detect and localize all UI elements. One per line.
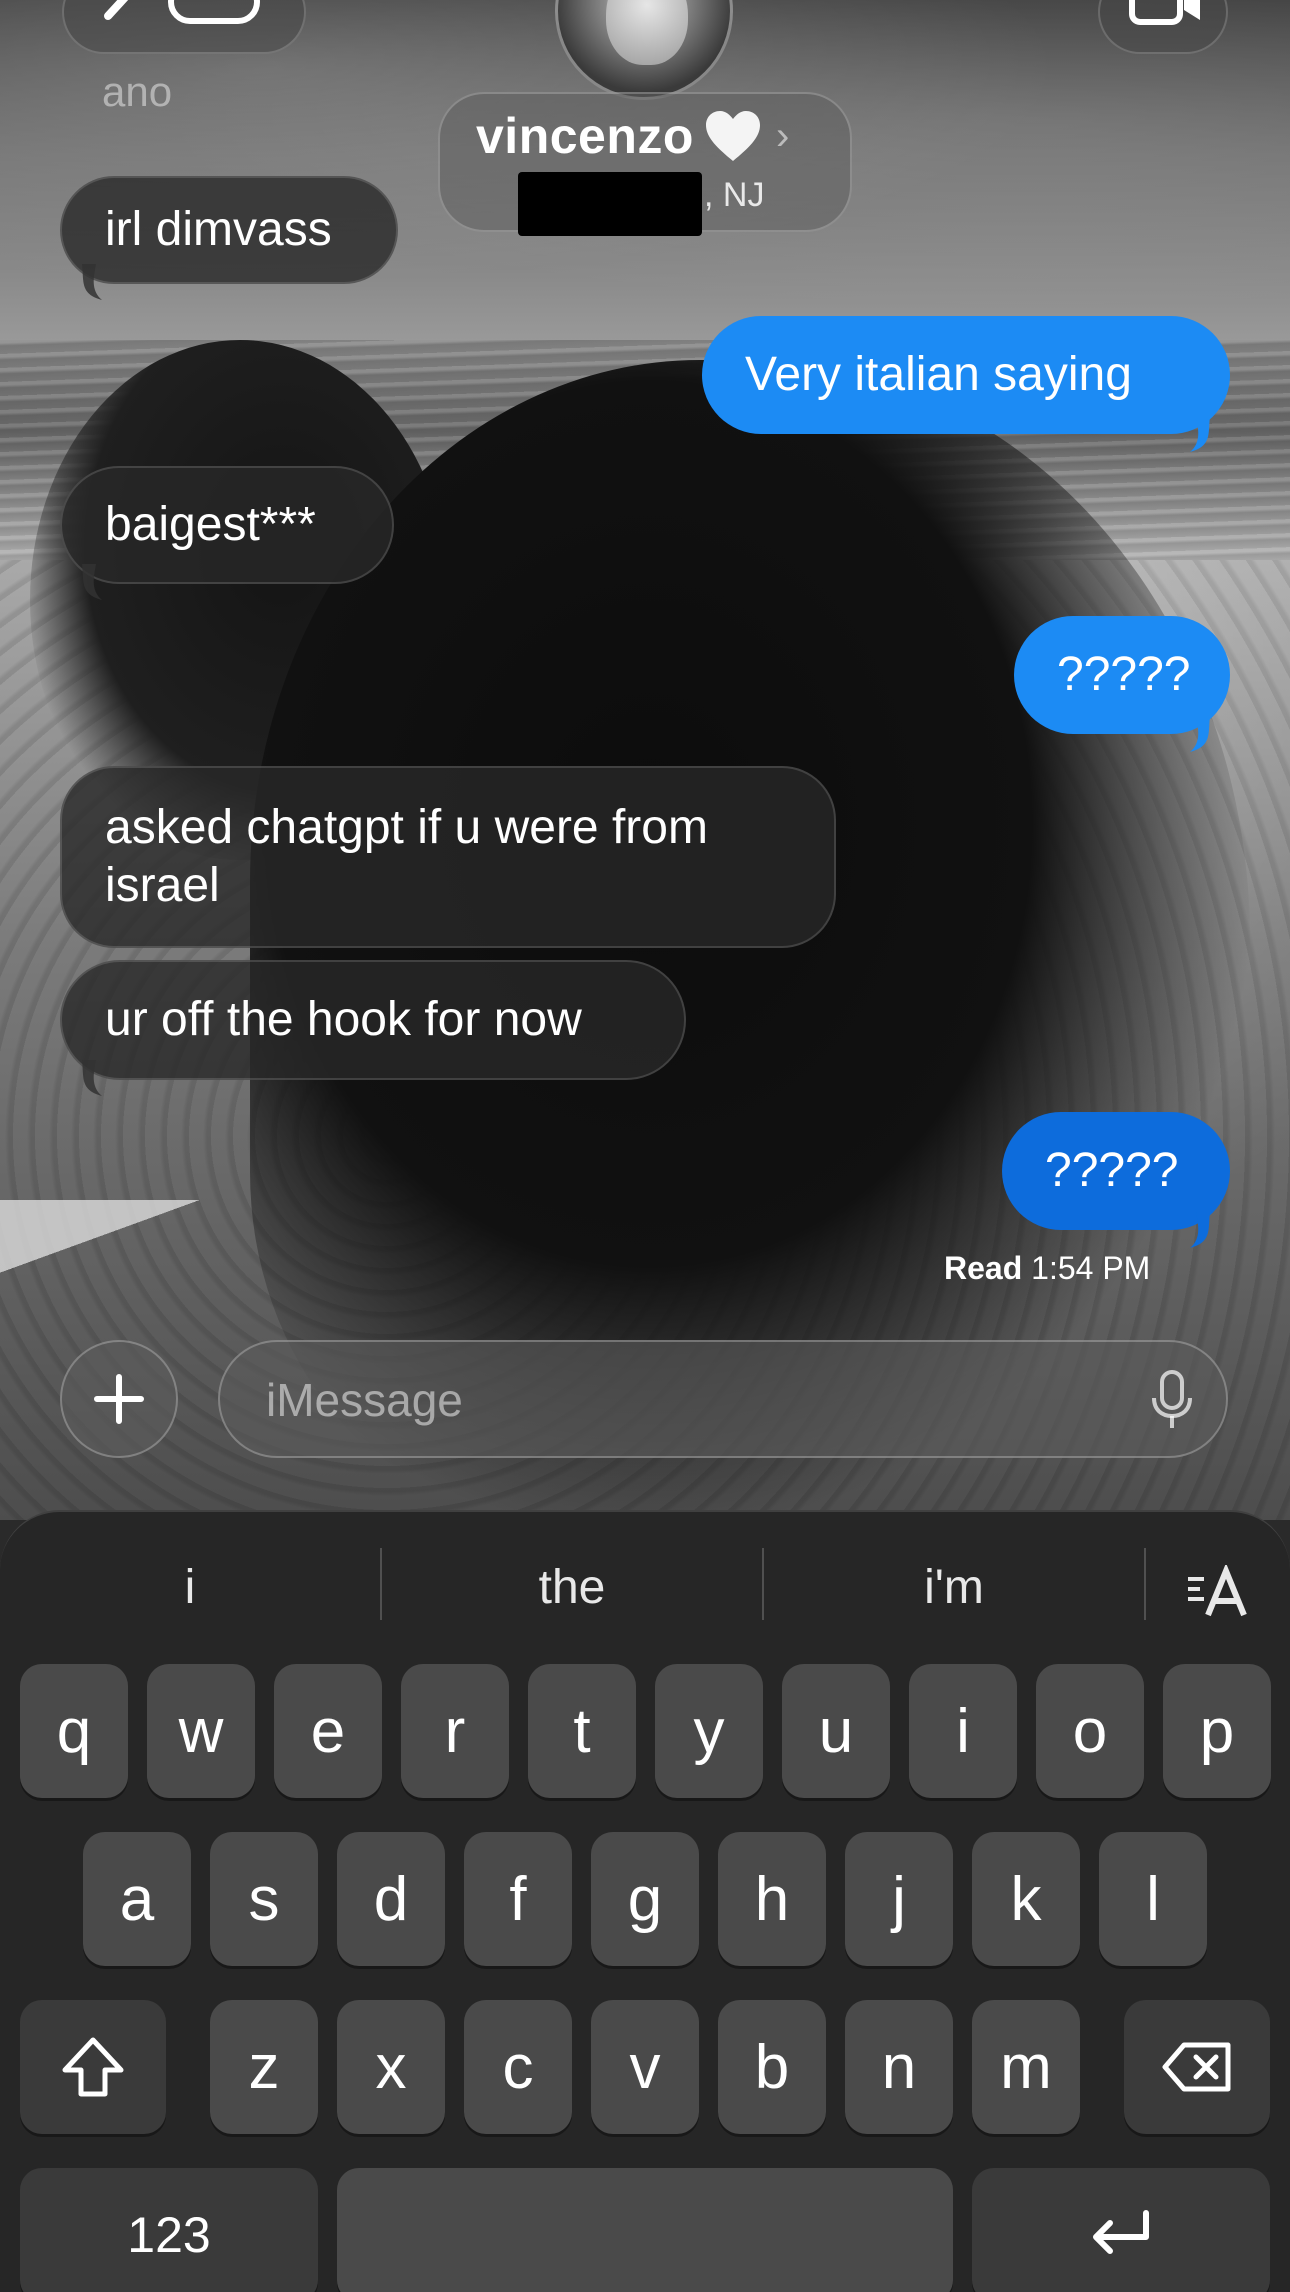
bubble-tail [82,564,102,600]
key-y[interactable]: y [655,1664,763,1798]
key-n[interactable]: n [845,2000,953,2134]
microphone-icon[interactable] [1150,1370,1194,1432]
contact-name-row: vincenzo › [476,108,789,164]
delete-key[interactable] [1124,2000,1270,2134]
suggestion-2[interactable]: the [382,1560,762,1620]
key-z[interactable]: z [210,2000,318,2134]
bubble-tail [82,264,102,300]
facetime-button[interactable] [1098,0,1228,54]
message-bubble-outgoing[interactable]: ????? [1014,616,1230,752]
return-key[interactable] [972,2168,1270,2292]
text-format-icon[interactable] [1186,1565,1250,1621]
key-j[interactable]: j [845,1832,953,1966]
message-text: ????? [1045,1144,1179,1197]
imessage-input[interactable] [266,1372,1086,1428]
message-text: irl dimvass [105,203,332,256]
bubble-tail [1190,416,1210,452]
key-s[interactable]: s [210,1832,318,1966]
key-a[interactable]: a [83,1832,191,1966]
avatar-face [606,0,688,65]
key-h[interactable]: h [718,1832,826,1966]
contact-name: vincenzo [476,108,694,164]
message-bubble-incoming[interactable]: ur off the hook for now [60,960,686,1096]
key-t[interactable]: t [528,1664,636,1798]
suggestion-3[interactable]: i'm [764,1560,1144,1620]
numbers-key[interactable]: 123 [20,2168,318,2292]
bubble-tail [1190,1212,1210,1248]
message-text: baigest*** [105,498,316,551]
read-time: 1:54 PM [1031,1250,1151,1286]
suggestion-1[interactable]: i [0,1560,380,1620]
bubble-tail [1190,716,1210,752]
key-u[interactable]: u [782,1664,890,1798]
shift-key[interactable] [20,2000,166,2134]
key-r[interactable]: r [401,1664,509,1798]
contact-header-button[interactable]: vincenzo › , NJ [438,92,852,236]
key-l[interactable]: l [1099,1832,1207,1966]
key-e[interactable]: e [274,1664,382,1798]
key-v[interactable]: v [591,2000,699,2134]
key-x[interactable]: x [337,2000,445,2134]
apps-plus-button[interactable] [60,1340,178,1458]
key-o[interactable]: o [1036,1664,1144,1798]
back-button[interactable] [62,0,306,54]
message-bubble-outgoing[interactable]: Very italian saying [702,316,1230,452]
key-q[interactable]: q [20,1664,128,1798]
key-b[interactable]: b [718,2000,826,2134]
video-camera-icon [1129,0,1200,25]
message-bubble-outgoing[interactable]: ????? [1002,1112,1230,1248]
key-c[interactable]: c [464,2000,572,2134]
message-text: Very italian saying [745,348,1132,401]
key-g[interactable]: g [591,1832,699,1966]
return-icon [1093,2210,1149,2254]
chevron-left-icon [104,0,129,20]
read-label: Read [944,1250,1023,1286]
key-w[interactable]: w [147,1664,255,1798]
message-bubble-incoming[interactable]: asked chatgpt if u were from israel [60,766,836,948]
message-bubble-incoming[interactable]: baigest*** [60,466,394,600]
message-text: ur off the hook for now [105,993,582,1046]
message-text: ????? [1057,648,1191,701]
message-bubble-incoming[interactable]: irl dimvass [60,176,398,300]
key-p[interactable]: p [1163,1664,1271,1798]
sender-label: ano [102,68,173,115]
key-d[interactable]: d [337,1832,445,1966]
bubble-tail [82,1060,102,1096]
space-bar[interactable] [337,2168,953,2292]
key-i[interactable]: i [909,1664,1017,1798]
message-text: asked chatgpt if u were from israel [105,801,708,912]
plus-icon [94,1374,144,1424]
suggestion-divider [1144,1548,1146,1620]
unread-count-badge [168,0,260,24]
redaction-box [518,172,702,236]
key-f[interactable]: f [464,1832,572,1966]
contact-location: , NJ [518,172,764,236]
location-suffix: , NJ [704,175,765,214]
delete-icon [1162,2042,1231,2092]
key-k[interactable]: k [972,1832,1080,1966]
heart-icon [705,111,760,161]
shift-icon [62,2037,124,2097]
message-compose-field[interactable] [218,1340,1228,1458]
chevron-right-icon: › [775,113,790,158]
key-m[interactable]: m [972,2000,1080,2134]
read-receipt: Read 1:54 PM [944,1250,1150,1287]
